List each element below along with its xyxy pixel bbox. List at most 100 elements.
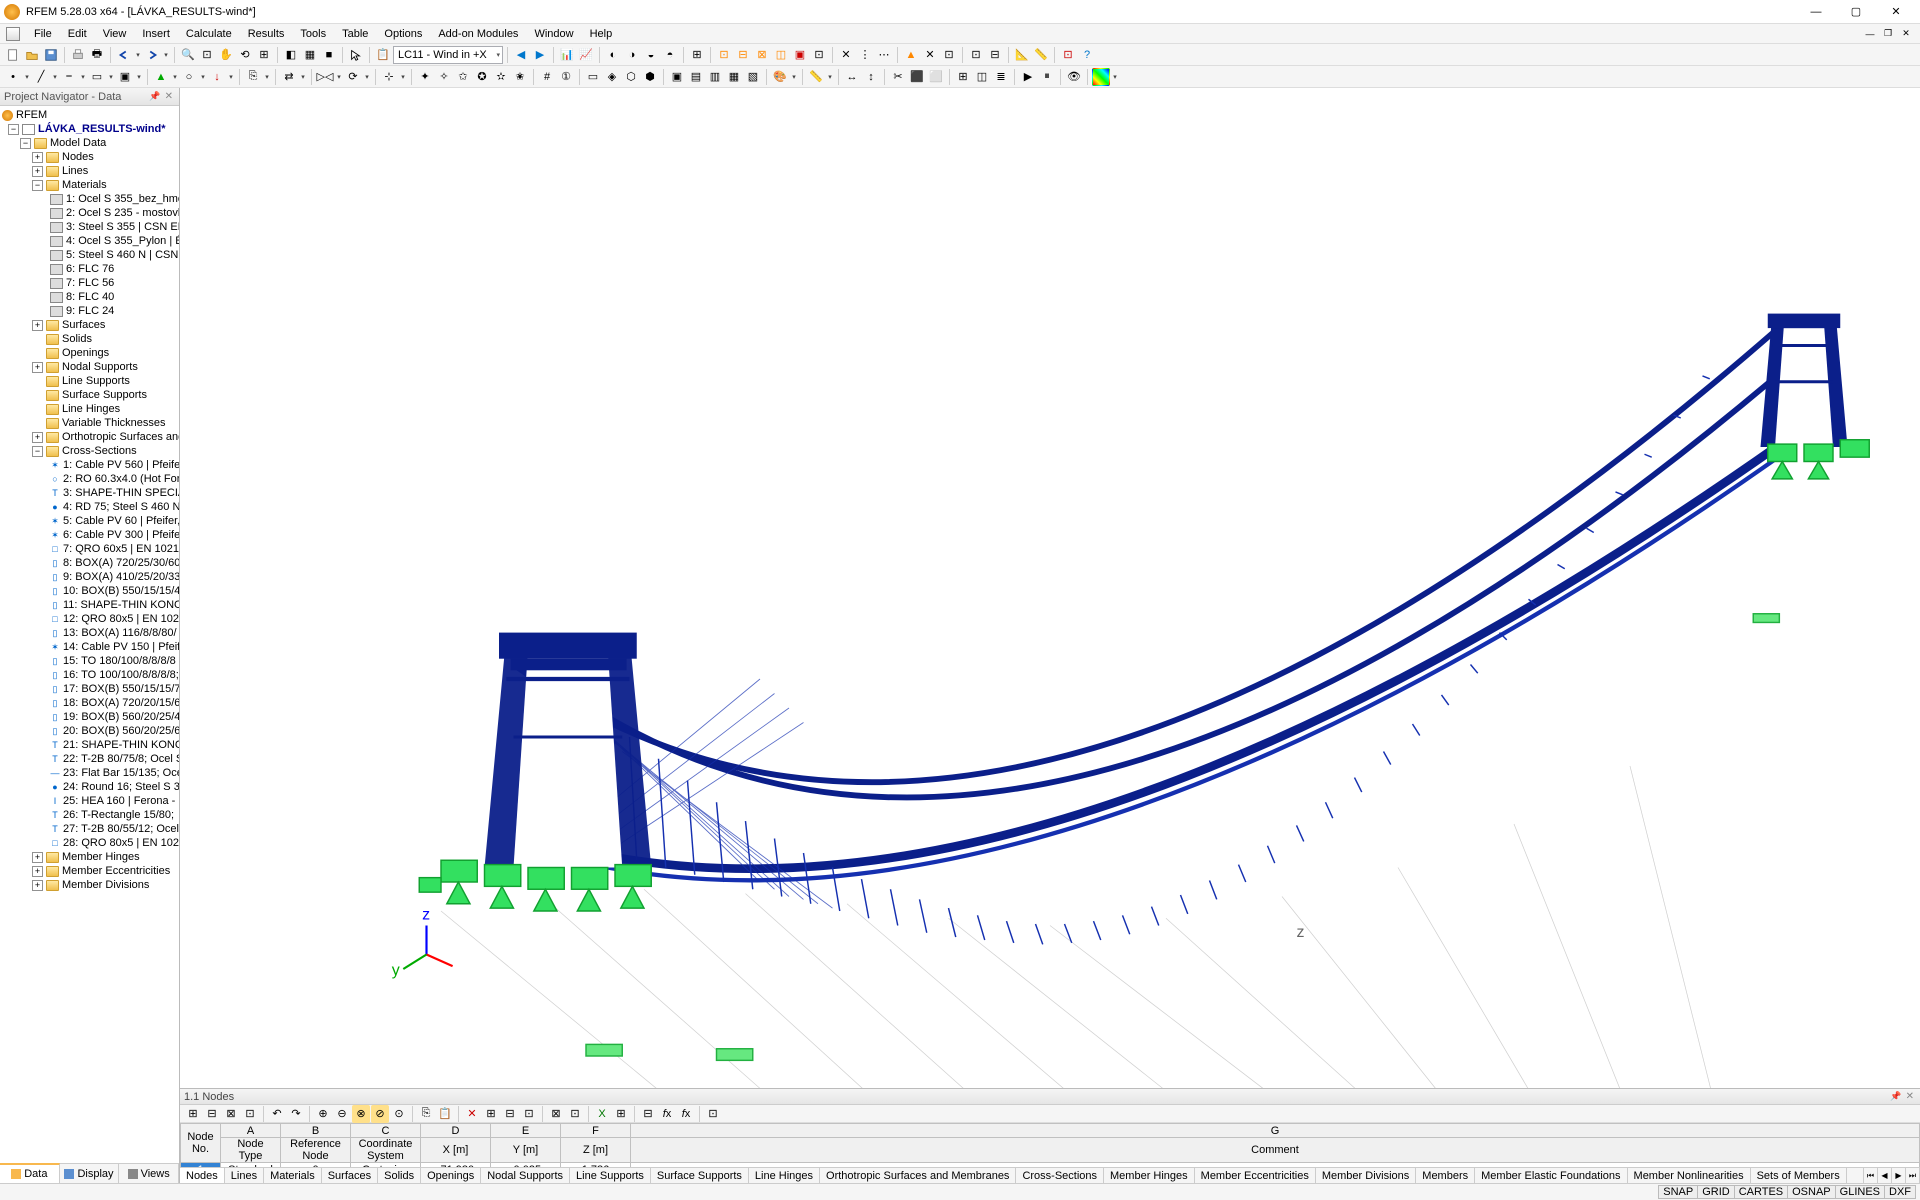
tree-cs-item[interactable]: ○2: RO 60.3x4.0 (Hot Form xyxy=(0,472,179,486)
snap5-button[interactable]: ▣ xyxy=(791,46,809,64)
navigator-close-button[interactable]: ✕ xyxy=(163,91,175,102)
menu-view[interactable]: View xyxy=(95,26,135,42)
calc-button[interactable]: 📊 xyxy=(558,46,576,64)
view-iso2-button[interactable]: ▦ xyxy=(725,68,743,86)
edit-surface-button[interactable]: ✪ xyxy=(473,68,491,86)
maximize-button[interactable]: ▢ xyxy=(1836,0,1876,24)
grid-button[interactable]: ⊞ xyxy=(688,46,706,64)
loadcase-combo[interactable]: LC11 - Wind in +X▾ xyxy=(393,46,503,64)
tree-material-item[interactable]: 3: Steel S 355 | CSN EN 1 xyxy=(0,220,179,234)
pan-button[interactable]: ✋ xyxy=(217,46,235,64)
coord3-button[interactable]: ⋯ xyxy=(875,46,893,64)
coord2-button[interactable]: ⋮ xyxy=(856,46,874,64)
tree-cs-item[interactable]: ▯17: BOX(B) 550/15/15/7 xyxy=(0,682,179,696)
tree-material-item[interactable]: 7: FLC 56 xyxy=(0,276,179,290)
show2-button[interactable]: ◑ xyxy=(623,46,641,64)
node-button[interactable]: • xyxy=(4,68,22,86)
section2-button[interactable]: ⬜ xyxy=(927,68,945,86)
tree-material-item[interactable]: 1: Ocel S 355_bez_hmot xyxy=(0,192,179,206)
bt-6[interactable]: ↷ xyxy=(287,1105,305,1123)
bottom-tab[interactable]: Line Supports xyxy=(570,1168,651,1183)
results-button[interactable]: 📈 xyxy=(577,46,595,64)
snap2-button[interactable]: ⊟ xyxy=(734,46,752,64)
bt-3[interactable]: ⊠ xyxy=(222,1105,240,1123)
view-wire-button[interactable]: ▦ xyxy=(301,46,319,64)
tree-cs-item[interactable]: ●4: RD 75; Steel S 460 N xyxy=(0,500,179,514)
color-button[interactable]: 🎨 xyxy=(771,68,789,86)
num-button[interactable]: # xyxy=(538,68,556,86)
tree-cs-item[interactable]: □28: QRO 80x5 | EN 10210 xyxy=(0,836,179,850)
menu-insert[interactable]: Insert xyxy=(134,26,178,42)
sel4-button[interactable]: ⬢ xyxy=(641,68,659,86)
menu-table[interactable]: Table xyxy=(334,26,376,42)
status-dxf[interactable]: DXF xyxy=(1884,1185,1916,1199)
support-button[interactable]: ▲ xyxy=(152,68,170,86)
help-button[interactable]: ? xyxy=(1078,46,1096,64)
tree-cs-item[interactable]: T27: T-2B 80/55/12; Ocel xyxy=(0,822,179,836)
tree-cs-item[interactable]: T21: SHAPE-THIN KONC xyxy=(0,738,179,752)
status-snap[interactable]: SNAP xyxy=(1658,1185,1698,1199)
copy-button[interactable]: ⎘ xyxy=(244,68,262,86)
tree-material-item[interactable]: 4: Ocel S 355_Pylon | ÉS xyxy=(0,234,179,248)
redo-button[interactable] xyxy=(143,46,161,64)
menu-tools[interactable]: Tools xyxy=(292,26,334,42)
close-button[interactable]: ✕ xyxy=(1876,0,1916,24)
tree-cs-item[interactable]: ▯15: TO 180/100/8/8/8/8 xyxy=(0,654,179,668)
tree-material-item[interactable]: 5: Steel S 460 N | CSN EN xyxy=(0,248,179,262)
tree-cs-item[interactable]: T22: T-2B 80/75/8; Ocel S xyxy=(0,752,179,766)
tree-cs-item[interactable]: □12: QRO 80x5 | EN 10210 xyxy=(0,612,179,626)
tab-nav-button[interactable]: ⏭ xyxy=(1906,1168,1920,1183)
snap-button[interactable]: ⊡ xyxy=(715,46,733,64)
pin-icon[interactable]: 📌 xyxy=(147,91,162,102)
model-viewport[interactable]: z y z xyxy=(180,88,1920,1183)
tool-b-button[interactable]: ✕ xyxy=(921,46,939,64)
measure-button[interactable]: 📏 xyxy=(807,68,825,86)
redo-dropdown[interactable]: ▾ xyxy=(162,51,170,59)
minimize-button[interactable]: — xyxy=(1796,0,1836,24)
tree-cs-item[interactable]: I25: HEA 160 | Ferona - D xyxy=(0,794,179,808)
tree-material-item[interactable]: 8: FLC 40 xyxy=(0,290,179,304)
bottom-tab[interactable]: Surface Supports xyxy=(651,1168,749,1183)
bt-fx[interactable]: fx xyxy=(658,1105,676,1123)
nav-tab-display[interactable]: Display xyxy=(60,1164,120,1183)
bottom-tab[interactable]: Surfaces xyxy=(322,1168,378,1183)
menu-edit[interactable]: Edit xyxy=(60,26,95,42)
render-button[interactable] xyxy=(1092,68,1110,86)
divide-button[interactable]: ⊹ xyxy=(380,68,398,86)
bt-first[interactable]: ⊞ xyxy=(184,1105,202,1123)
zoom-button[interactable]: 🔍 xyxy=(179,46,197,64)
view-x-button[interactable]: ▣ xyxy=(668,68,686,86)
bt-13[interactable]: 📋 xyxy=(436,1105,454,1123)
tree-cs-item[interactable]: ▯11: SHAPE-THIN KONC xyxy=(0,598,179,612)
bottom-tab[interactable]: Lines xyxy=(225,1168,264,1183)
bt-19[interactable]: ⊞ xyxy=(612,1105,630,1123)
move-button[interactable]: ⇄ xyxy=(280,68,298,86)
edit-solid-button[interactable]: ✫ xyxy=(492,68,510,86)
tree-cs-item[interactable]: —23: Flat Bar 15/135; Oce xyxy=(0,766,179,780)
bt-10[interactable]: ⊘ xyxy=(371,1105,389,1123)
save-button[interactable] xyxy=(42,46,60,64)
bottom-tab[interactable]: Member Elastic Foundations xyxy=(1475,1168,1627,1183)
tab-nav-button[interactable]: ▶ xyxy=(1892,1168,1906,1183)
menu-addon[interactable]: Add-on Modules xyxy=(430,26,526,42)
menu-calculate[interactable]: Calculate xyxy=(178,26,240,42)
tool-f-button[interactable]: 📐 xyxy=(1013,46,1031,64)
print-preview-button[interactable]: 🖶 xyxy=(88,46,106,64)
loadcase-icon[interactable]: 📋 xyxy=(374,46,392,64)
visibility-button[interactable]: 👁 xyxy=(1065,68,1083,86)
tree-cs-item[interactable]: ▯16: TO 100/100/8/8/8/8; xyxy=(0,668,179,682)
rotate-button[interactable]: ⟲ xyxy=(236,46,254,64)
show4-button[interactable]: ◓ xyxy=(661,46,679,64)
undo-button[interactable] xyxy=(115,46,133,64)
clip-button[interactable]: ✂ xyxy=(889,68,907,86)
edit-opening-button[interactable]: ✬ xyxy=(511,68,529,86)
bottom-tab[interactable]: Line Hinges xyxy=(749,1168,820,1183)
status-glines[interactable]: GLINES xyxy=(1835,1185,1885,1199)
next-lc-button[interactable]: ▶ xyxy=(531,46,549,64)
undo-dropdown[interactable]: ▾ xyxy=(134,51,142,59)
anim2-button[interactable]: ⏸ xyxy=(1038,68,1056,86)
tab-nav-button[interactable]: ◀ xyxy=(1878,1168,1892,1183)
bt-16[interactable]: ⊡ xyxy=(520,1105,538,1123)
menu-file[interactable]: File xyxy=(26,26,60,42)
snap3-button[interactable]: ⊠ xyxy=(753,46,771,64)
